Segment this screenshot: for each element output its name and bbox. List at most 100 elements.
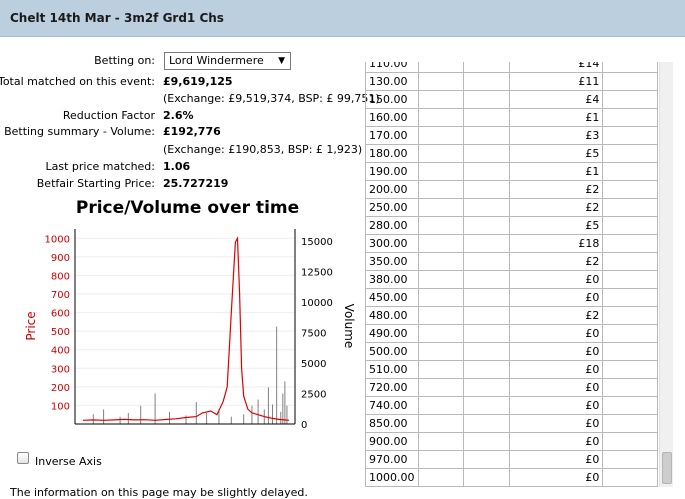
volume-cell: £3	[509, 126, 604, 145]
table-scrollbar[interactable]	[659, 62, 673, 487]
table-row[interactable]: 480.00 £2	[365, 306, 658, 325]
empty-cell	[463, 324, 511, 343]
price-tick-label: 100	[51, 401, 70, 412]
price-cell: 160.00	[365, 108, 419, 127]
scrollbar-thumb[interactable]	[662, 452, 672, 484]
empty-cell	[417, 72, 465, 91]
table-row[interactable]: 900.00 £0	[365, 432, 658, 451]
table-row[interactable]: 740.00 £0	[365, 396, 658, 415]
empty-cell	[602, 180, 658, 199]
price-tick-label: 500	[51, 327, 70, 338]
price-cell: 180.00	[365, 144, 419, 163]
runner-select[interactable]: Lord Windermere ▼	[164, 52, 291, 70]
table-row[interactable]: 170.00 £3	[365, 126, 658, 145]
volume-cell: £5	[509, 144, 604, 163]
table-row[interactable]: 280.00 £5	[365, 216, 658, 235]
empty-cell	[602, 72, 658, 91]
empty-cell	[463, 62, 511, 73]
volume-cell: £14	[509, 62, 604, 73]
empty-cell	[602, 324, 658, 343]
total-matched-value: £9,619,125	[163, 75, 233, 88]
price-cell: 110.00	[365, 62, 419, 73]
volume-cell: £1	[509, 108, 604, 127]
price-cell: 970.00	[365, 450, 419, 469]
table-row[interactable]: 160.00 £1	[365, 108, 658, 127]
empty-cell	[417, 450, 465, 469]
empty-cell	[417, 342, 465, 361]
price-cell: 480.00	[365, 306, 419, 325]
empty-cell	[417, 108, 465, 127]
empty-cell	[602, 378, 658, 397]
price-cell: 280.00	[365, 216, 419, 235]
table-row[interactable]: 490.00 £0	[365, 324, 658, 343]
empty-cell	[602, 108, 658, 127]
price-axis-label: Price	[24, 311, 38, 340]
table-row[interactable]: 180.00 £5	[365, 144, 658, 163]
empty-cell	[417, 288, 465, 307]
price-cell: 300.00	[365, 234, 419, 253]
empty-cell	[463, 306, 511, 325]
chevron-down-icon: ▼	[278, 56, 285, 66]
empty-cell	[602, 252, 658, 271]
last-price-value: 1.06	[163, 160, 191, 173]
empty-cell	[463, 198, 511, 217]
table-row[interactable]: 500.00 £0	[365, 342, 658, 361]
table-row[interactable]: 190.00 £1	[365, 162, 658, 181]
table-row[interactable]: 1000.00 £0	[365, 468, 658, 487]
table-row[interactable]: 110.00 £14	[365, 62, 658, 73]
table-row[interactable]: 200.00 £2	[365, 180, 658, 199]
empty-cell	[463, 342, 511, 361]
empty-cell	[602, 144, 658, 163]
empty-cell	[417, 378, 465, 397]
price-cell: 1000.00	[365, 468, 419, 487]
volume-cell: £0	[509, 378, 604, 397]
price-cell: 250.00	[365, 198, 419, 217]
chart-title: Price/Volume over time	[75, 198, 300, 218]
total-matched-detail: (Exchange: £9,519,374, BSP: £ 99,751)	[163, 92, 380, 105]
volume-tick-label: 0	[301, 420, 307, 431]
price-cell: 170.00	[365, 126, 419, 145]
table-row[interactable]: 970.00 £0	[365, 450, 658, 469]
table-row[interactable]: 720.00 £0	[365, 378, 658, 397]
page-title: Chelt 14th Mar - 3m2f Grd1 Chs	[10, 11, 224, 25]
empty-cell	[602, 414, 658, 433]
inverse-axis-checkbox[interactable]	[17, 452, 29, 464]
price-cell: 130.00	[365, 72, 419, 91]
delay-notice: The information on this page may be slig…	[10, 486, 308, 499]
table-row[interactable]: 350.00 £2	[365, 252, 658, 271]
price-tick-label: 700	[51, 290, 70, 301]
empty-cell	[417, 270, 465, 289]
volume-cell: £18	[509, 234, 604, 253]
empty-cell	[463, 72, 511, 91]
empty-cell	[602, 126, 658, 145]
table-row[interactable]: 380.00 £0	[365, 270, 658, 289]
empty-cell	[463, 360, 511, 379]
price-tick-label: 200	[51, 383, 70, 394]
header-bar: Chelt 14th Mar - 3m2f Grd1 Chs	[0, 0, 685, 37]
volume-tick-label: 2500	[301, 390, 326, 401]
empty-cell	[417, 468, 465, 487]
volume-tick-label: 10000	[301, 298, 333, 309]
plot-area	[75, 229, 295, 424]
empty-cell	[417, 144, 465, 163]
table-row[interactable]: 130.00 £11	[365, 72, 658, 91]
empty-cell	[463, 450, 511, 469]
price-tick-label: 400	[51, 346, 70, 357]
table-row[interactable]: 300.00 £18	[365, 234, 658, 253]
table-row[interactable]: 510.00 £0	[365, 360, 658, 379]
table-row[interactable]: 450.00 £0	[365, 288, 658, 307]
table-row[interactable]: 250.00 £2	[365, 198, 658, 217]
empty-cell	[602, 396, 658, 415]
empty-cell	[463, 252, 511, 271]
table-row[interactable]: 850.00 £0	[365, 414, 658, 433]
empty-cell	[417, 62, 465, 73]
price-cell: 350.00	[365, 252, 419, 271]
bsp-label: Betfair Starting Price:	[36, 177, 155, 190]
total-matched-label: Total matched on this event:	[0, 75, 155, 88]
empty-cell	[463, 396, 511, 415]
table-row[interactable]: 150.00 £4	[365, 90, 658, 109]
empty-cell	[602, 342, 658, 361]
volume-cell: £0	[509, 396, 604, 415]
empty-cell	[602, 468, 658, 487]
price-ladder-table[interactable]: 110.00 £14 130.00 £11 150.00 £4 160.00 £1 170.00…	[365, 62, 658, 487]
